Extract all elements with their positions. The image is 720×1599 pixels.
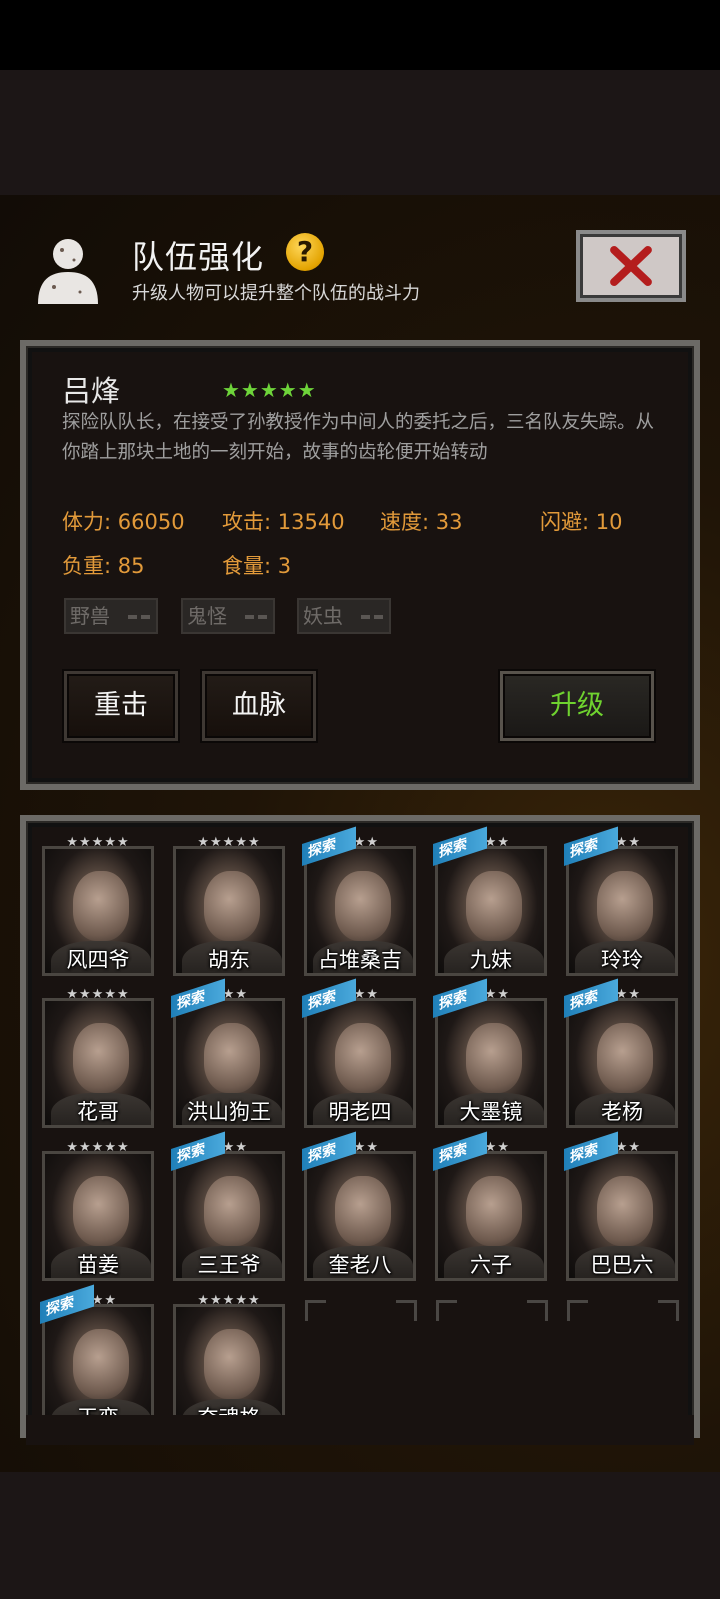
roster-card[interactable]: ★★★ 探索 巴巴六 <box>564 1131 678 1281</box>
portrait-face <box>204 1176 260 1246</box>
card-name: 老杨 <box>601 1100 643 1124</box>
page-subtitle: 升级人物可以提升整个队伍的战斗力 <box>132 283 420 304</box>
card-name: 苗姜 <box>77 1253 119 1277</box>
portrait-face <box>466 1023 522 1093</box>
trait-insect: 妖虫 <box>297 598 391 634</box>
portrait-face <box>335 1023 391 1093</box>
close-icon <box>610 246 652 286</box>
empty-slot <box>567 1300 679 1321</box>
empty-slot <box>436 1300 548 1321</box>
roster-scroll-clip <box>26 1415 694 1445</box>
card-name: 巴巴六 <box>590 1253 654 1277</box>
card-name: 花哥 <box>77 1100 119 1124</box>
heavy-strike-button[interactable]: 重击 <box>64 671 178 741</box>
card-star-rating: ★★★★★ <box>197 835 261 850</box>
roster-card[interactable]: ★★★★★ 胡东 <box>173 835 285 976</box>
roster-card[interactable]: ★★★ 探索 明老四 <box>302 978 416 1128</box>
trait-label: 野兽 <box>70 604 110 628</box>
character-name: 吕烽 <box>62 374 121 408</box>
user-silhouette-icon <box>38 239 98 304</box>
dim-overlay-bottom <box>0 1472 720 1599</box>
card-name: 占堆桑吉 <box>318 948 402 972</box>
card-name: 奎老八 <box>328 1253 392 1277</box>
trait-beast: 野兽 <box>64 598 158 634</box>
roster-card[interactable]: ★★★ 探索 占堆桑吉 <box>302 826 416 976</box>
card-name: 胡东 <box>208 948 250 972</box>
roster-card[interactable]: ★★★ 探索 九妹 <box>433 826 547 976</box>
trait-label: 鬼怪 <box>187 604 227 628</box>
portrait-face <box>335 871 391 941</box>
card-name: 九妹 <box>470 948 512 972</box>
upgrade-button[interactable]: 升级 <box>500 671 654 741</box>
roster-card[interactable]: ★★★ 探索 大墨镜 <box>433 978 547 1128</box>
portrait-face <box>73 1329 129 1399</box>
portrait-face <box>466 1176 522 1246</box>
roster-card[interactable]: ★★★★★夺魂格 <box>173 1293 285 1434</box>
card-name: 六子 <box>470 1253 512 1277</box>
trait-level-indicator <box>128 615 150 619</box>
card-star-rating: ★★★★★ <box>66 987 130 1002</box>
trait-label: 妖虫 <box>303 604 343 628</box>
portrait-face <box>73 1023 129 1093</box>
card-name: 洪山狗王 <box>187 1100 271 1124</box>
stat-attack: 攻击: 13540 <box>222 510 345 534</box>
roster-card[interactable]: ★★★ 探索 六子 <box>433 1131 547 1281</box>
status-bar <box>0 0 720 70</box>
card-name: 玲玲 <box>601 948 643 972</box>
roster-card[interactable]: ★★★探索王峦 <box>40 1284 154 1434</box>
portrait-face <box>204 1023 260 1093</box>
stat-dodge: 闪避: 10 <box>540 510 623 534</box>
portrait-face <box>204 1329 260 1399</box>
stat-food: 食量: 3 <box>222 554 292 578</box>
portrait-face <box>466 871 522 941</box>
close-button[interactable] <box>576 230 686 302</box>
card-name: 大墨镜 <box>459 1100 523 1124</box>
roster-card[interactable]: ★★★ 探索 玲玲 <box>564 826 678 976</box>
roster-card[interactable]: ★★★★★ 苗姜 <box>42 1140 154 1281</box>
portrait-face <box>597 1176 653 1246</box>
empty-slot <box>305 1300 417 1321</box>
card-star-rating: ★★★★★ <box>66 1140 130 1155</box>
card-star-rating: ★★★★★ <box>197 1293 261 1308</box>
trait-level-indicator <box>245 615 267 619</box>
page-title: 队伍强化 <box>132 238 265 276</box>
card-name: 明老四 <box>328 1100 392 1124</box>
portrait-face <box>335 1176 391 1246</box>
roster-card[interactable]: ★★★ 探索 洪山狗王 <box>171 978 285 1128</box>
bloodline-button[interactable]: 血脉 <box>202 671 316 741</box>
portrait-face <box>73 871 129 941</box>
trait-ghost: 鬼怪 <box>181 598 275 634</box>
card-name: 风四爷 <box>66 948 130 972</box>
card-name: 三王爷 <box>197 1253 261 1277</box>
portrait-face <box>204 871 260 941</box>
portrait-face <box>597 871 653 941</box>
stat-load: 负重: 85 <box>62 554 145 578</box>
dim-overlay-top <box>0 70 720 195</box>
roster-card[interactable]: ★★★ 探索 三王爷 <box>171 1131 285 1281</box>
roster-card[interactable]: ★★★★★ 风四爷 <box>42 835 154 976</box>
portrait-face <box>73 1176 129 1246</box>
character-star-rating: ★★★★★ <box>222 378 317 402</box>
portrait-face <box>597 1023 653 1093</box>
stat-speed: 速度: 33 <box>380 510 463 534</box>
card-star-rating: ★★★★★ <box>66 835 130 850</box>
stat-hp: 体力: 66050 <box>62 510 185 534</box>
trait-level-indicator <box>361 615 383 619</box>
roster-card[interactable]: ★★★ 探索 奎老八 <box>302 1131 416 1281</box>
character-description: 探险队队长，在接受了孙教授作为中间人的委托之后，三名队友失踪。从你踏上那块土地的… <box>62 412 655 463</box>
roster-card[interactable]: ★★★★★ 花哥 <box>42 987 154 1128</box>
help-icon[interactable]: ? <box>286 233 324 271</box>
roster-card[interactable]: ★★★ 探索 老杨 <box>564 978 678 1128</box>
